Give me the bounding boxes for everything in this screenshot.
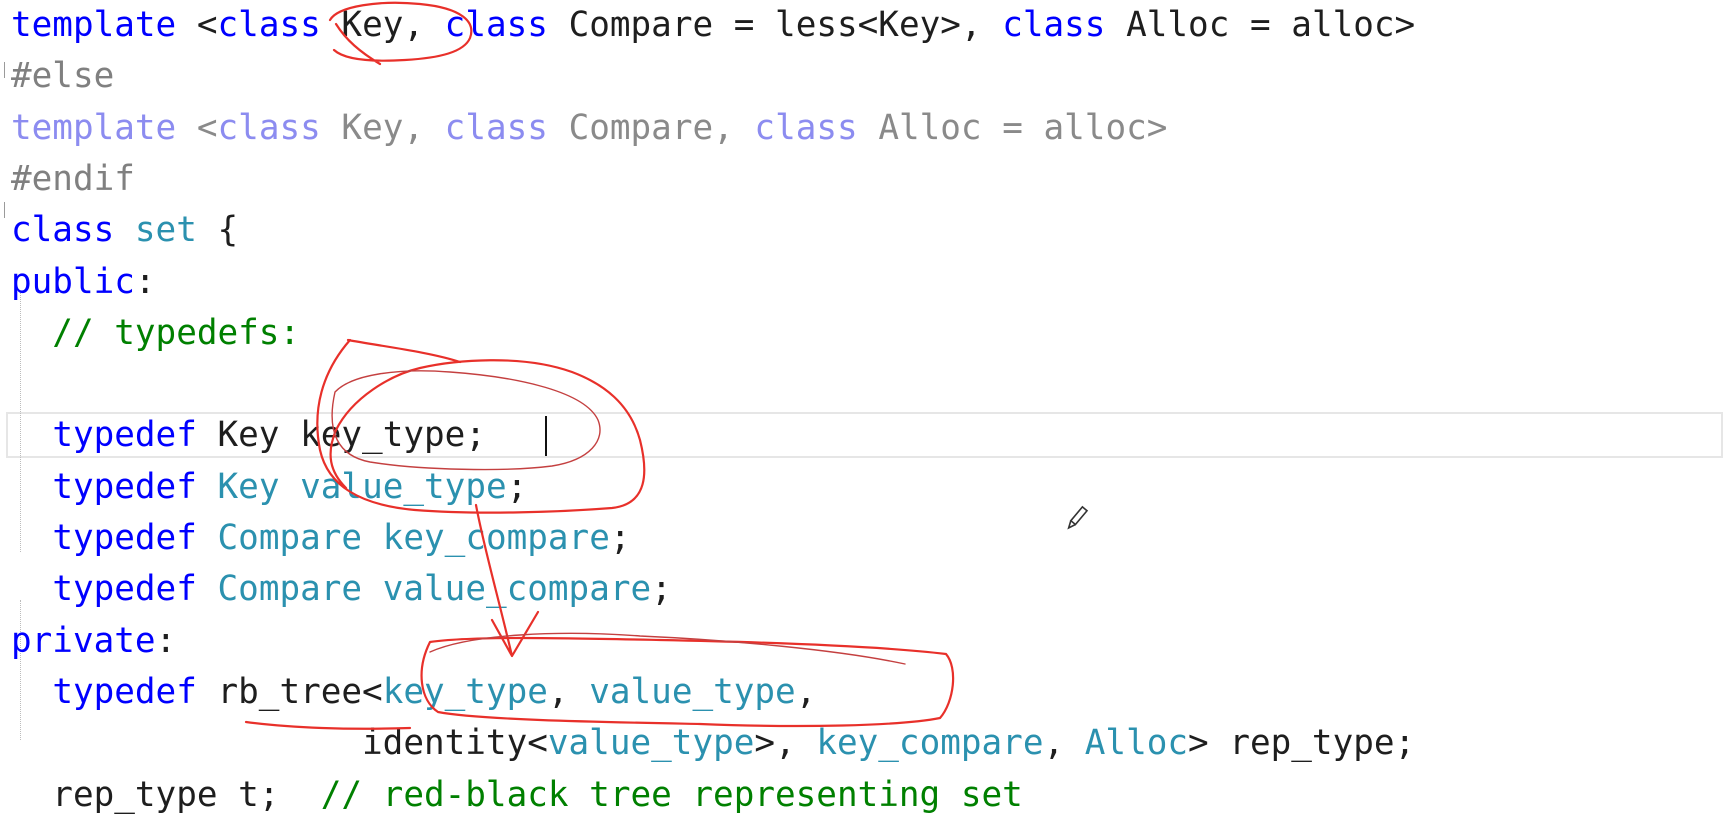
code-editor[interactable]: template <class Key, class Compare = les… — [0, 0, 1723, 820]
text-caret — [545, 416, 547, 456]
code-token: > rep_type; — [1188, 723, 1416, 764]
code-token: : — [155, 620, 177, 661]
code-token: class — [444, 5, 548, 45]
code-line: typedef Key value_type; — [0, 464, 1723, 510]
code-token: value_type — [589, 671, 796, 712]
code-token: value_type — [300, 466, 507, 507]
code-line: class set { — [0, 207, 1723, 253]
code-token: #else — [11, 56, 115, 97]
code-line: identity<value_type>, key_compare, Alloc… — [0, 720, 1723, 766]
code-token: Key, — [320, 107, 445, 148]
code-token: Key key_type; — [196, 415, 486, 456]
code-token: key_compare — [816, 723, 1044, 764]
code-token: public — [11, 261, 135, 302]
code-token: Compare = less<Key>, — [547, 5, 1003, 45]
code-token: class — [444, 107, 548, 148]
code-token: key_type — [382, 671, 548, 712]
code-token: identity< — [11, 723, 548, 764]
code-token: Key — [217, 466, 280, 507]
code-token: private — [11, 620, 156, 661]
code-token: Compare, — [547, 107, 755, 148]
code-token: Alloc — [1084, 723, 1189, 764]
code-line: typedef rb_tree<key_type, value_type, — [0, 669, 1723, 715]
code-token: // red-black tree representing set — [320, 774, 1023, 815]
code-token: rep_type t; — [11, 774, 321, 815]
code-token: Alloc = alloc> — [857, 107, 1168, 148]
code-token: class — [217, 107, 321, 148]
code-line: #endif — [0, 156, 1723, 202]
code-token: ; — [651, 569, 672, 610]
code-token: Compare — [217, 518, 363, 558]
code-token: typedef — [52, 518, 197, 558]
code-line: template <class Key, class Compare = les… — [0, 2, 1723, 48]
code-token: // typedefs: — [11, 312, 301, 353]
code-token: template — [11, 107, 177, 148]
code-token: Compare — [217, 569, 363, 610]
code-token: < — [176, 5, 218, 45]
code-token: #endif — [11, 158, 135, 199]
code-token: set — [134, 210, 197, 251]
code-token: class — [11, 210, 115, 251]
code-token: >, — [754, 723, 817, 764]
code-token: ; — [609, 518, 631, 558]
code-token: < — [176, 107, 218, 148]
code-token: , — [795, 671, 817, 712]
code-token: value_compare — [382, 569, 652, 610]
code-token: class — [754, 107, 858, 148]
code-token: typedef — [52, 671, 197, 712]
code-line: rep_type t; // red-black tree representi… — [0, 772, 1723, 818]
code-line: private: — [0, 618, 1723, 664]
code-line: #else — [0, 53, 1723, 99]
code-token: typedef — [52, 415, 197, 456]
code-line: typedef Key key_type; — [0, 412, 1723, 458]
code-token: Key, — [320, 5, 445, 45]
code-token: { — [196, 210, 239, 251]
code-line: template <class Key, class Compare, clas… — [0, 105, 1723, 151]
code-token: rb_tree< — [196, 671, 383, 712]
code-token: Alloc = alloc> — [1105, 5, 1416, 45]
code-token: typedef — [52, 569, 197, 610]
code-token: , — [1043, 723, 1085, 764]
code-token: class — [1002, 5, 1106, 45]
code-token: key_compare — [382, 518, 610, 558]
code-token: value_type — [547, 723, 755, 764]
code-line: // typedefs: — [0, 310, 1723, 356]
code-token: ; — [506, 466, 528, 507]
code-token: typedef — [52, 466, 197, 507]
code-token: , — [547, 671, 590, 712]
code-token: : — [134, 261, 156, 302]
code-token: class — [217, 5, 321, 45]
code-line: typedef Compare value_compare; — [0, 566, 1723, 612]
code-line: public: — [0, 259, 1723, 305]
code-token: template — [11, 5, 177, 45]
code-line: typedef Compare key_compare; — [0, 515, 1723, 561]
